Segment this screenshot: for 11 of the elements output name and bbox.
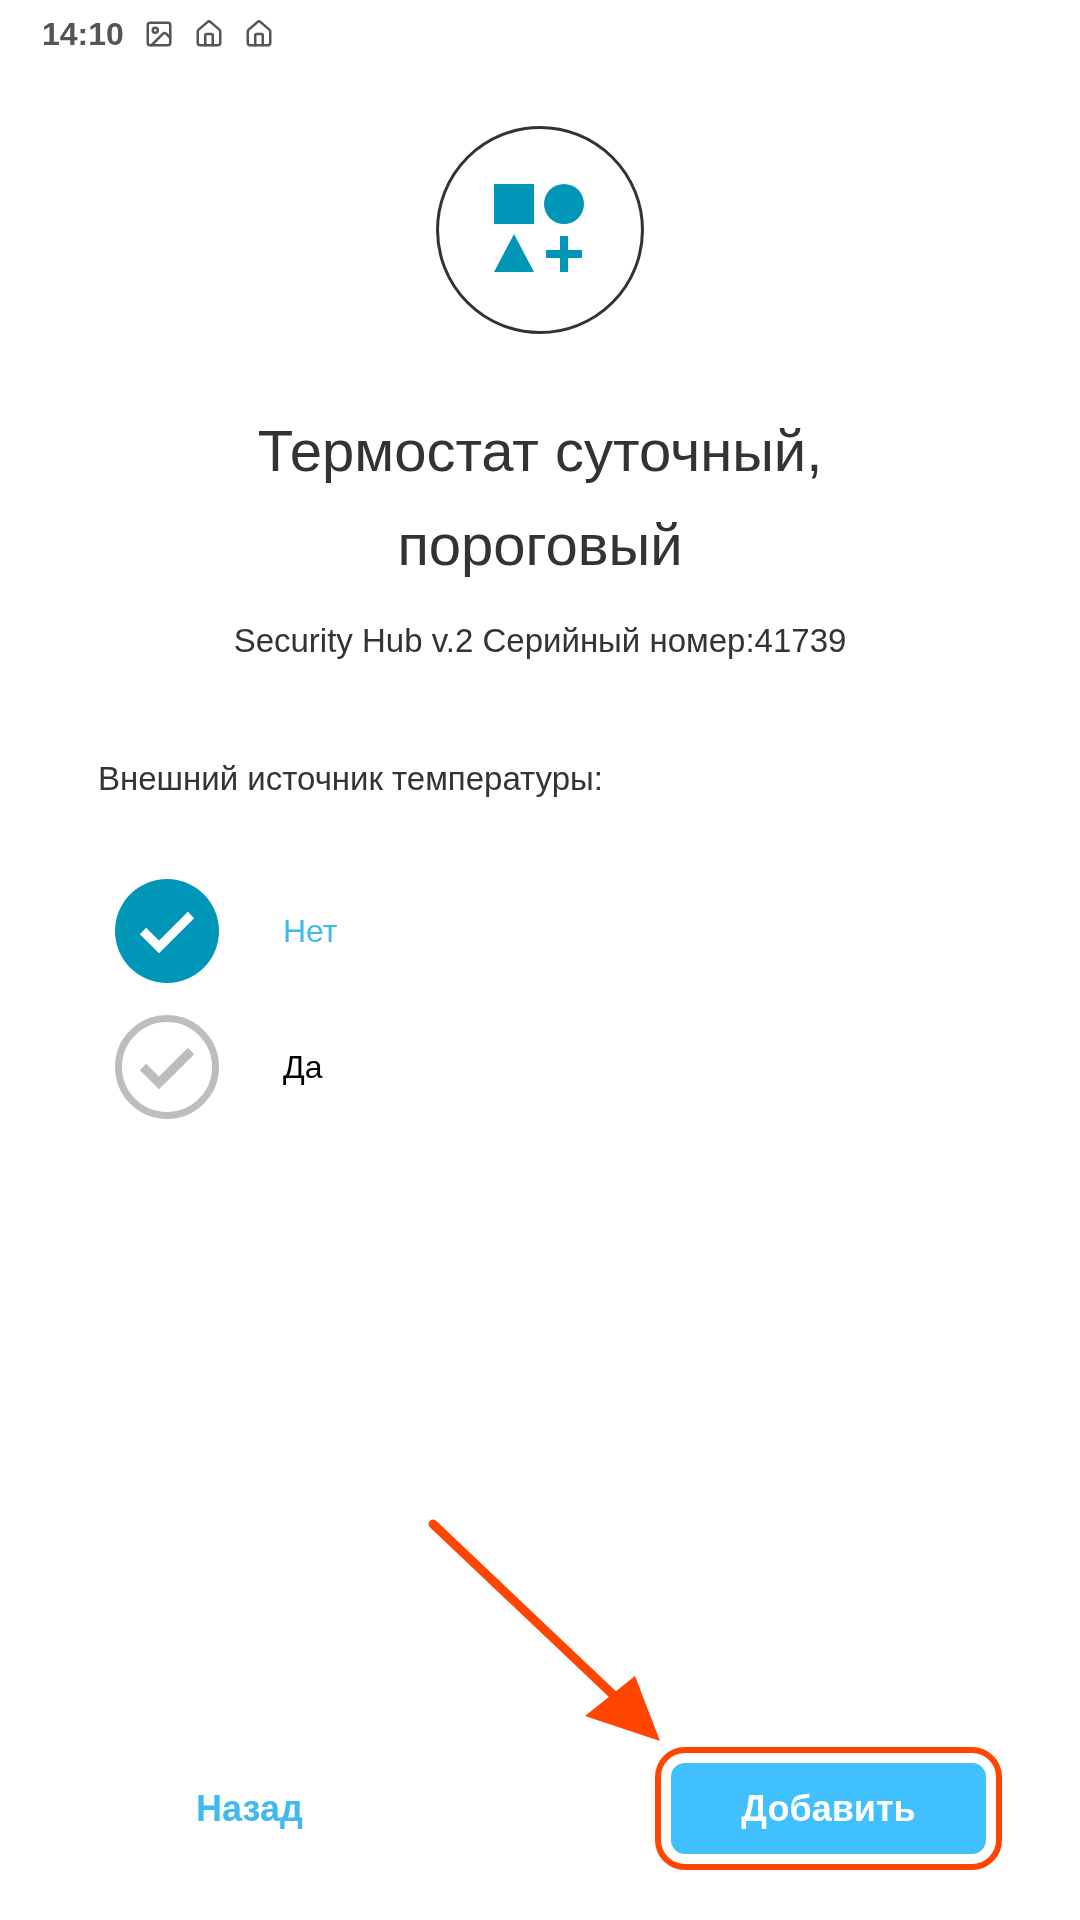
home-icon: [193, 19, 224, 49]
option-label[interactable]: Да: [283, 1043, 323, 1091]
setting-label: Внешний источник температуры:: [98, 759, 603, 797]
unchecked-radio-icon[interactable]: [115, 1015, 219, 1119]
device-icon: [436, 126, 644, 334]
status-time: 14:10: [42, 15, 124, 54]
device-subtitle: Security Hub v.2 Серийный номер:41739: [233, 621, 847, 661]
back-button[interactable]: Назад: [196, 1781, 303, 1836]
option-label[interactable]: Нет: [283, 907, 338, 955]
add-button[interactable]: Добавить: [671, 1763, 986, 1854]
device-title: Термостат суточный, пороговый: [256, 417, 824, 579]
